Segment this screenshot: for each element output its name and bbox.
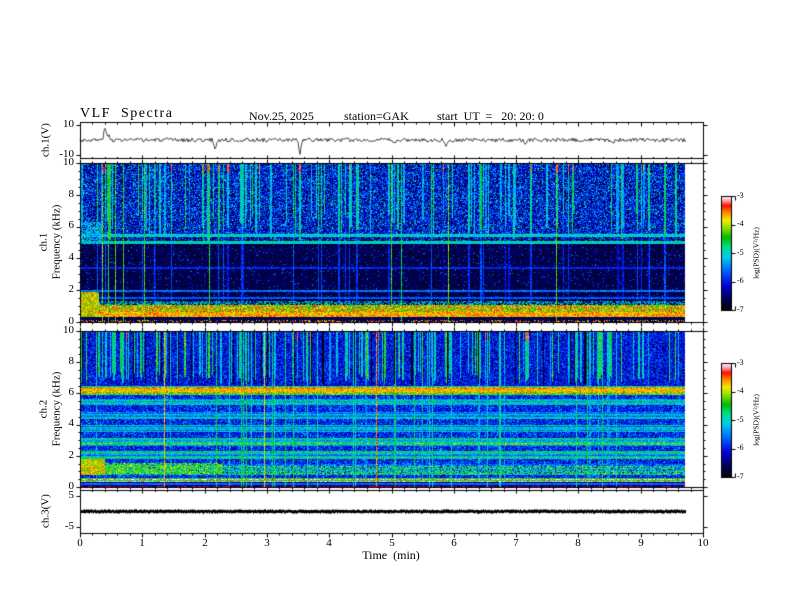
- cbar1-tick: -7: [737, 305, 744, 314]
- figure-station: station=GAK: [344, 109, 409, 123]
- spec2-ytick: 2: [68, 449, 75, 461]
- xtick: 7: [513, 537, 519, 549]
- xtick: 10: [697, 537, 709, 549]
- xtick: 2: [202, 537, 208, 549]
- ch2-spec-ylabel: ch.2 Frequency (kHz): [37, 372, 62, 447]
- xtick: 1: [139, 537, 145, 549]
- spec2-ytick: 4: [68, 417, 75, 429]
- vlf-spectra-figure: VLF Spectra Nov.25, 2025 station=GAK sta…: [0, 0, 792, 612]
- ch1-voltage-ylabel: ch.1(V): [39, 123, 52, 157]
- ch1-spec-ylabel-axis: Frequency (kHz): [50, 204, 62, 280]
- xtick: 6: [451, 537, 457, 549]
- ch3-voltage-ylabel: ch.3(V): [39, 494, 52, 528]
- spec1-ytick: 2: [68, 283, 75, 295]
- spec1-ytick: 6: [68, 219, 75, 231]
- ch1-spec-ylabel: ch.1 Frequency (kHz): [37, 205, 62, 280]
- figure-title: VLF Spectra: [80, 106, 174, 121]
- spec1-ytick: 4: [68, 251, 75, 263]
- figure-start-ut: start UT = 20: 20: 0: [437, 109, 544, 123]
- cbar2-tick: -3: [737, 358, 744, 367]
- ch1v-ytick: 10: [63, 118, 74, 130]
- spec2-ytick: 10: [63, 324, 74, 336]
- xtick: 3: [264, 537, 270, 549]
- plot-canvas: [0, 0, 792, 612]
- figure-date: Nov.25, 2025: [249, 109, 314, 123]
- xtick: 4: [326, 537, 332, 549]
- xtick: 8: [575, 537, 581, 549]
- spec1-ytick: 8: [68, 188, 75, 200]
- xtick: 0: [77, 537, 83, 549]
- cbar1-tick: -3: [737, 191, 744, 200]
- spec2-ytick: 6: [68, 386, 75, 398]
- cbar1-label: log(PSD)(V²/Hz): [751, 227, 761, 279]
- spec1-ytick: 10: [63, 156, 74, 168]
- xaxis-label: Time (min): [362, 548, 420, 562]
- cbar2-tick: -7: [737, 472, 744, 481]
- ch1-spec-ylabel-channel: ch.1: [37, 232, 50, 252]
- cbar2-label: log(PSD)(V²/Hz): [751, 394, 761, 446]
- ch3-ytick: -5: [64, 520, 74, 532]
- ch2-spec-ylabel-axis: Frequency (kHz): [50, 371, 62, 447]
- ch2-spec-ylabel-channel: ch.2: [37, 399, 50, 419]
- xtick: 9: [638, 537, 644, 549]
- ch3-ytick: 5: [68, 489, 75, 501]
- spec2-ytick: 8: [68, 355, 75, 367]
